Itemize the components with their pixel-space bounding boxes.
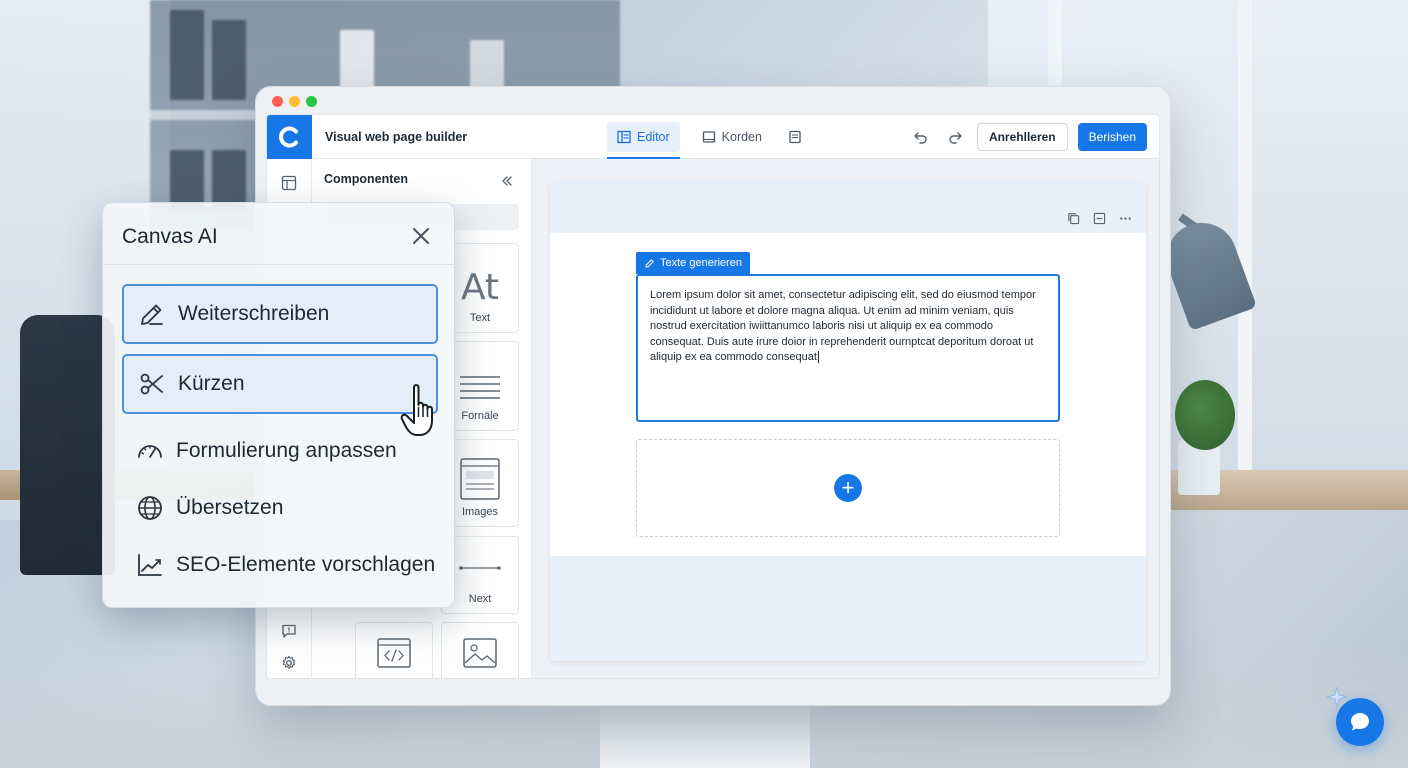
undo-button[interactable] [909,125,933,149]
tab-korden-label: Korden [721,130,762,144]
ai-action-shorten[interactable]: Kürzen [122,354,438,414]
gear-icon [282,655,296,669]
document-icon [789,130,801,144]
book-icon [702,131,715,143]
browser-window-icon [460,458,500,500]
trend-chart-icon [138,554,162,576]
app-title: Visual web page builder [325,129,468,144]
component-tile-code[interactable] [355,622,433,678]
ai-action-label: SEO-Elemente vorschlagen [176,553,436,576]
top-toolbar: Visual web page builder Editor Korden An… [267,115,1159,159]
ai-action-label: Kürzen [178,372,245,395]
ai-action-suggest-seo[interactable]: SEO-Elemente vorschlagen [122,535,438,595]
image-icon [463,638,497,668]
ai-action-adjust-wording[interactable]: Formulierung anpassen [122,421,438,481]
background-plant [1175,380,1235,450]
tab-document[interactable] [778,122,812,152]
layout-button[interactable] [277,171,301,195]
duplicate-section-button[interactable] [1064,209,1082,227]
minimize-window-button[interactable] [289,96,300,107]
background-chair [20,315,115,575]
chat-support-button[interactable] [1336,698,1384,746]
component-label: Images [461,506,499,518]
pencil-icon [141,304,163,325]
editor-icon [617,130,631,144]
divider-line-icon [459,566,501,570]
redo-button[interactable] [943,125,967,149]
component-label: Next [468,593,492,605]
globe-icon [138,496,162,520]
generate-text-badge[interactable]: Texte generieren [636,252,750,274]
section-tools [1064,209,1134,227]
code-icon [377,638,411,668]
top-actions: Anrehlleren Berishen [909,115,1147,159]
tab-editor[interactable]: Editor [607,122,680,159]
close-icon [413,228,429,244]
copy-icon [1067,212,1079,224]
app-logo[interactable] [267,115,312,159]
component-label: Fornäle [461,410,499,422]
text-block-editor[interactable]: Lorem ipsum dolor sit amet, consectetur … [636,274,1060,422]
undo-icon [914,132,927,144]
pencil-icon [645,258,654,268]
component-tile-image[interactable] [441,622,519,678]
layout-icon [281,175,297,191]
close-ai-panel-button[interactable] [410,225,432,247]
maximize-window-button[interactable] [306,96,317,107]
redo-icon [949,132,962,144]
shelf-book [212,20,246,100]
secondary-action-button[interactable]: Anrehlleren [976,123,1068,151]
component-label: Text [469,312,491,324]
minimize-box-icon [1093,212,1105,224]
tab-korden[interactable]: Korden [692,122,772,152]
components-panel-title: Componenten [324,172,409,186]
ai-action-label: Übersetzen [176,496,284,519]
text-at-icon: At [460,267,500,308]
canvas-area: Texte generieren Lorem ipsum dolor sit a… [532,159,1159,678]
empty-drop-zone[interactable]: + [636,439,1060,537]
lines-icon [460,376,500,399]
ai-action-label: Formulierung anpassen [176,439,397,462]
more-dots-icon [1119,216,1131,220]
speedometer-icon [138,445,162,458]
add-element-button[interactable]: + [834,474,862,502]
close-window-button[interactable] [272,96,283,107]
shelf-book [170,150,204,210]
canvas-ai-title: Canvas AI [122,225,218,248]
chat-bubble-icon [1351,713,1369,731]
text-caret [817,351,819,363]
shelf-book [170,10,204,100]
window-frame [1238,0,1252,470]
generate-text-label: Texte generieren [660,257,742,269]
view-tabs: Editor Korden [607,115,812,159]
more-options-button[interactable] [1116,209,1134,227]
ai-action-continue-writing[interactable]: Weiterschreiben [122,284,438,344]
collapse-panel-button[interactable] [495,169,519,193]
text-block-content: Lorem ipsum dolor sit amet, consectetur … [650,289,1036,363]
shelf-book [212,150,246,210]
tab-editor-label: Editor [637,130,670,144]
hand-pointer-cursor-icon [400,384,433,436]
publish-button[interactable]: Berishen [1077,123,1147,151]
ai-action-label: Weiterschreiben [178,302,330,325]
scissors-icon [140,373,163,395]
logo-c-icon [278,126,298,147]
double-chevron-left-icon [502,176,512,186]
feedback-icon [282,624,296,638]
collapse-section-button[interactable] [1090,209,1108,227]
monitor-stand [600,700,810,768]
divider [103,264,454,265]
window-controls [272,96,317,107]
page-canvas: Texte generieren Lorem ipsum dolor sit a… [550,181,1146,661]
ai-action-translate[interactable]: Übersetzen [122,478,438,538]
feedback-button[interactable] [277,619,301,643]
settings-button[interactable] [277,651,301,675]
